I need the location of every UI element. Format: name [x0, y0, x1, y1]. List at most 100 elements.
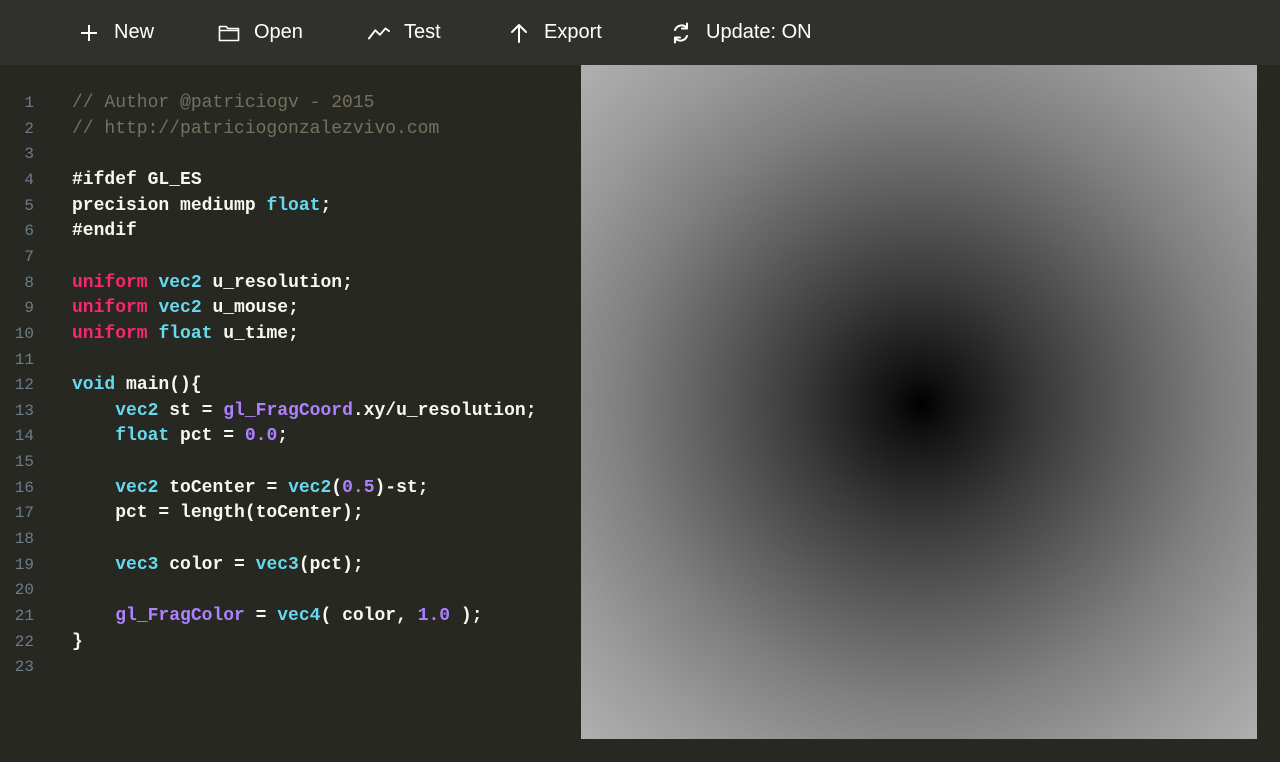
line-number: 16 — [14, 478, 34, 497]
folder-icon — [218, 22, 240, 44]
code-token: vec4 — [277, 606, 321, 626]
code-token: vec3 — [255, 554, 299, 575]
code-line[interactable]: 21 gl_FragColor = vec4( color, 1.0 ); — [0, 604, 581, 630]
line-number: 10 — [14, 324, 34, 343]
code-line[interactable]: 12 void main(){ — [0, 373, 581, 399]
export-button-label: Export — [544, 21, 602, 43]
code-token: ); — [450, 606, 483, 626]
code-line[interactable]: 9 uniform vec2 u_mouse; — [0, 296, 581, 322]
open-button[interactable]: Open — [218, 0, 303, 65]
code-token: vec2 — [288, 477, 332, 498]
line-number: 20 — [14, 581, 34, 600]
line-number: 13 — [14, 401, 34, 420]
code-line[interactable]: 23 — [0, 655, 581, 681]
code-text: vec2 st = gl_FragCoord.xy/u_resolution; — [72, 399, 536, 425]
line-number: 5 — [24, 196, 34, 215]
code-text: vec2 toCenter = vec2(0.5)-st; — [72, 476, 429, 502]
line-chart-icon — [368, 22, 390, 44]
line-number: 14 — [14, 427, 34, 446]
code-line[interactable]: 16 vec2 toCenter = vec2(0.5)-st; — [0, 476, 581, 502]
code-text: #endif — [72, 219, 137, 245]
line-number: 7 — [24, 247, 34, 266]
code-text: void main(){ — [72, 373, 202, 399]
code-token: )-st; — [374, 477, 429, 498]
code-token: u_resolution; — [201, 272, 353, 293]
code-token: vec2 — [115, 477, 159, 498]
code-line[interactable]: 6 #endif — [0, 219, 581, 245]
line-number: 2 — [24, 119, 34, 138]
code-token: (pct); — [298, 554, 364, 575]
code-token: uniform — [72, 298, 148, 319]
code-line[interactable]: 3 — [0, 142, 581, 168]
code-token: st = — [158, 400, 224, 421]
code-line[interactable]: 7 — [0, 245, 581, 271]
test-button[interactable]: Test — [368, 0, 441, 65]
code-token: ( color, — [320, 606, 418, 626]
code-token: precision mediump — [72, 195, 267, 216]
code-token: u_time; — [212, 323, 299, 344]
code-line[interactable]: 5 precision mediump float; — [0, 194, 581, 220]
test-button-label: Test — [404, 21, 441, 43]
code-token: } — [72, 631, 83, 652]
code-line[interactable]: 14 float pct = 0.0; — [0, 424, 581, 450]
code-text: pct = length(toCenter); — [72, 501, 363, 527]
code-text: } — [72, 630, 83, 656]
code-token: u_mouse; — [201, 298, 299, 319]
code-line[interactable]: 10 uniform float u_time; — [0, 322, 581, 348]
line-number: 6 — [24, 222, 34, 241]
code-line[interactable]: 20 — [0, 578, 581, 604]
code-text: float pct = 0.0; — [72, 424, 288, 450]
line-number: 15 — [14, 453, 34, 472]
line-number: 1 — [24, 94, 34, 112]
code-line[interactable]: 8 uniform vec2 u_resolution; — [0, 271, 581, 297]
shader-preview-canvas — [581, 65, 1257, 739]
line-number: 21 — [14, 607, 34, 625]
code-token: gl_FragCoord — [223, 400, 353, 421]
code-line[interactable]: 4 #ifdef GL_ES — [0, 168, 581, 194]
code-editor[interactable]: 1 // Author @patriciogv - 2015 2 // http://… — [0, 65, 581, 762]
code-line[interactable]: 19 vec3 color = vec3(pct); — [0, 553, 581, 579]
code-text: #ifdef GL_ES — [72, 168, 202, 194]
code-line[interactable]: 15 — [0, 450, 581, 476]
code-token: main(){ — [115, 375, 202, 396]
code-token: float — [266, 195, 321, 216]
line-number: 23 — [14, 658, 34, 677]
code-token: 0.0 — [244, 426, 278, 447]
new-button[interactable]: New — [78, 0, 154, 65]
code-token: // Author @patriciogv - 2015 — [72, 93, 375, 113]
code-token: ; — [320, 195, 332, 216]
update-toggle-button[interactable]: Update: ON — [670, 0, 812, 65]
code-text: uniform vec2 u_resolution; — [72, 271, 353, 297]
code-line[interactable]: 11 — [0, 348, 581, 374]
open-button-label: Open — [254, 21, 303, 43]
code-text: uniform vec2 u_mouse; — [72, 296, 299, 322]
arrow-up-icon — [508, 22, 530, 44]
code-text: vec3 color = vec3(pct); — [72, 553, 364, 579]
export-button[interactable]: Export — [508, 0, 602, 65]
code-token: color = — [158, 554, 256, 575]
plus-icon — [78, 22, 100, 44]
code-token: void — [72, 375, 116, 396]
code-line[interactable]: 13 vec2 st = gl_FragCoord.xy/u_resolutio… — [0, 399, 581, 425]
code-line[interactable]: 1 // Author @patriciogv - 2015 — [0, 91, 581, 117]
code-text: // http://patriciogonzalezvivo.com — [72, 117, 439, 143]
code-token: float — [115, 426, 170, 447]
code-token: uniform — [72, 323, 148, 344]
code-line[interactable]: 18 — [0, 527, 581, 553]
code-line[interactable]: 17 pct = length(toCenter); — [0, 501, 581, 527]
code-token: ( — [331, 477, 343, 498]
line-number: 19 — [14, 555, 34, 574]
line-number: 9 — [24, 299, 34, 318]
code-text: gl_FragColor = vec4( color, 1.0 ); — [72, 604, 483, 630]
line-number: 3 — [24, 145, 34, 164]
line-number: 4 — [24, 170, 34, 189]
new-button-label: New — [114, 21, 155, 43]
code-line[interactable]: 2 // http://patriciogonzalezvivo.com — [0, 117, 581, 143]
code-line[interactable]: 22} — [0, 630, 581, 656]
